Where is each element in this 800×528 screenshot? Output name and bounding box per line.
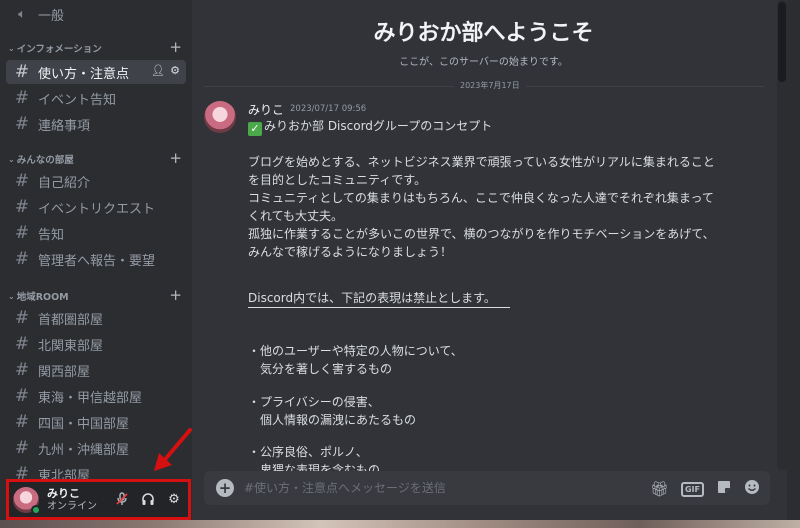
message-line: ・公序良俗、ポルノ、 (248, 445, 368, 459)
check-mark-icon: ✓ (248, 122, 262, 136)
channel-region[interactable]: # 首都圏部屋 (6, 306, 186, 330)
category-information[interactable]: ⌄ インフォメーション + (8, 38, 184, 56)
category-label: みんなの部屋 (16, 155, 74, 166)
channel-contact[interactable]: # 連絡事項 (6, 112, 186, 136)
category-region-room[interactable]: ⌄ 地域ROOM + (8, 286, 184, 304)
message-line: ブログを始めとする、ネットビジネス業界で頑張っている女性がリアルに集まれること (248, 155, 715, 169)
welcome-subtitle: ここが、このサーバーの始まりです。 (399, 57, 568, 68)
hash-icon: # (14, 249, 30, 269)
category-everyone-room[interactable]: ⌄ みんなの部屋 + (8, 149, 184, 167)
message-line: コミュニティとしての集まりはもちろん、ここで仲良くなった人達でそれぞれ集まって (248, 191, 714, 205)
invite-icon[interactable]: 👤︎ (151, 64, 165, 77)
channel-label: 一般 (38, 8, 65, 24)
add-channel-icon[interactable]: + (169, 286, 182, 304)
message-line: を目的としたコミュニティです。 (248, 173, 427, 187)
hash-icon: # (14, 223, 30, 243)
add-channel-icon[interactable]: + (169, 149, 182, 167)
avatar[interactable] (13, 486, 41, 515)
channel-region[interactable]: # 北関東部屋 (6, 332, 186, 356)
message-avatar[interactable] (204, 101, 236, 133)
message-line: 気分を著しく害するもの (248, 362, 393, 376)
user-panel: みりこ オンライン ⚙ (6, 479, 191, 520)
message-title-line: ✓ みりおか部 Discordグループのコンセプト (248, 117, 492, 136)
channel-region[interactable]: # 関西部屋 (6, 358, 186, 382)
hash-icon: # (14, 360, 30, 380)
gear-icon[interactable]: ⚙ (166, 492, 182, 510)
background-strip (0, 520, 800, 528)
online-status-icon (31, 504, 41, 515)
gift-icon[interactable]: 🎁︎ (650, 480, 669, 498)
channel-label: 四国・中国部屋 (38, 416, 130, 432)
category-label: 地域ROOM (16, 292, 69, 303)
headphones-icon[interactable] (140, 492, 156, 510)
channel-usage-notes[interactable]: # 使い方・注意点 👤︎ ⚙ (6, 60, 186, 84)
channel-general[interactable]: 🔈︎ 一般 (6, 2, 186, 26)
date-divider-label: 2023年7月17日 (454, 80, 526, 91)
gif-button[interactable]: GIF (680, 481, 704, 497)
channel-announce[interactable]: # 告知 (6, 221, 186, 245)
message-composer: + 🎁︎ GIF (204, 471, 770, 505)
message-timestamp: 2023/07/17 09:56 (290, 104, 367, 114)
channel-region[interactable]: # 東海・甲信越部屋 (6, 384, 186, 408)
channel-label: 東海・甲信越部屋 (38, 390, 143, 406)
user-status: オンライン (47, 500, 97, 512)
mute-mic-icon[interactable] (114, 492, 130, 510)
channel-label: イベント告知 (38, 92, 117, 108)
message-author[interactable]: みりこ (248, 101, 284, 118)
channel-label: 首都圏部屋 (38, 312, 104, 328)
username: みりこ (47, 486, 80, 500)
speaker-icon: 🔈︎ (18, 6, 26, 22)
message-input[interactable] (244, 478, 644, 498)
channel-label: 関西部屋 (38, 364, 91, 380)
message-line: ・プライバシーの侵害、 (248, 395, 380, 409)
add-channel-icon[interactable]: + (169, 38, 182, 56)
channel-label: 管理者へ報告・要望 (38, 253, 156, 269)
channel-event-notice[interactable]: # イベント告知 (6, 86, 186, 110)
channel-label: 告知 (38, 227, 65, 243)
date-divider: 2023年7月17日 (204, 80, 764, 92)
scrollbar-thumb[interactable] (778, 2, 786, 82)
channel-label: 北関東部屋 (38, 338, 104, 354)
channel-label: 九州・沖縄部屋 (38, 442, 130, 458)
message-line: みんなで稼げるようになりましょう！ (248, 245, 453, 259)
chevron-down-icon: ⌄ (8, 154, 15, 164)
message-line: くれても大丈夫。 (248, 209, 344, 223)
gear-icon[interactable]: ⚙ (170, 64, 180, 77)
message-line: ・他のユーザーや特定の人物について、 (248, 344, 463, 358)
channel-self-intro[interactable]: # 自己紹介 (6, 169, 186, 193)
hash-icon: # (14, 438, 30, 458)
sticker-icon[interactable] (716, 479, 732, 499)
message-line: 孤独に作業することが多いこの世界で、横のつながりを作りモチベーションをあげて、 (248, 227, 715, 241)
user-info[interactable]: みりこ オンライン (47, 487, 97, 513)
category-label: インフォメーション (16, 44, 102, 55)
emoji-icon[interactable] (744, 479, 760, 499)
channel-event-request[interactable]: # イベントリクエスト (6, 195, 186, 219)
hash-icon: # (14, 114, 30, 134)
channel-report-admin[interactable]: # 管理者へ報告・要望 (6, 247, 186, 271)
member-panel-edge (787, 0, 800, 528)
chat-main: みりおか部へようこそ ここが、このサーバーの始まりです。 2023年7月17日 … (192, 0, 775, 528)
hash-icon: # (14, 334, 30, 354)
hash-icon: # (14, 412, 30, 432)
hash-icon: # (14, 62, 30, 82)
chevron-down-icon: ⌄ (8, 43, 15, 53)
hash-icon: # (14, 386, 30, 406)
hash-icon: # (14, 171, 30, 191)
hash-icon: # (14, 197, 30, 217)
channel-label: イベントリクエスト (38, 201, 156, 217)
add-attachment-icon[interactable]: + (216, 479, 234, 497)
hash-icon: # (14, 308, 30, 328)
message-line: Discord内では、下記の表現は禁止とします。 (248, 291, 496, 305)
channel-label: 連絡事項 (38, 118, 91, 134)
chevron-down-icon: ⌄ (8, 291, 15, 301)
channel-label: 自己紹介 (38, 175, 91, 191)
message-title: みりおか部 Discordグループのコンセプト (264, 119, 493, 133)
message-line: 個人情報の漏洩にあたるもの (248, 413, 417, 427)
underline-divider (248, 307, 510, 308)
channel-label: 使い方・注意点 (38, 66, 130, 82)
welcome-title: みりおか部へようこそ (373, 21, 594, 46)
hash-icon: # (14, 88, 30, 108)
